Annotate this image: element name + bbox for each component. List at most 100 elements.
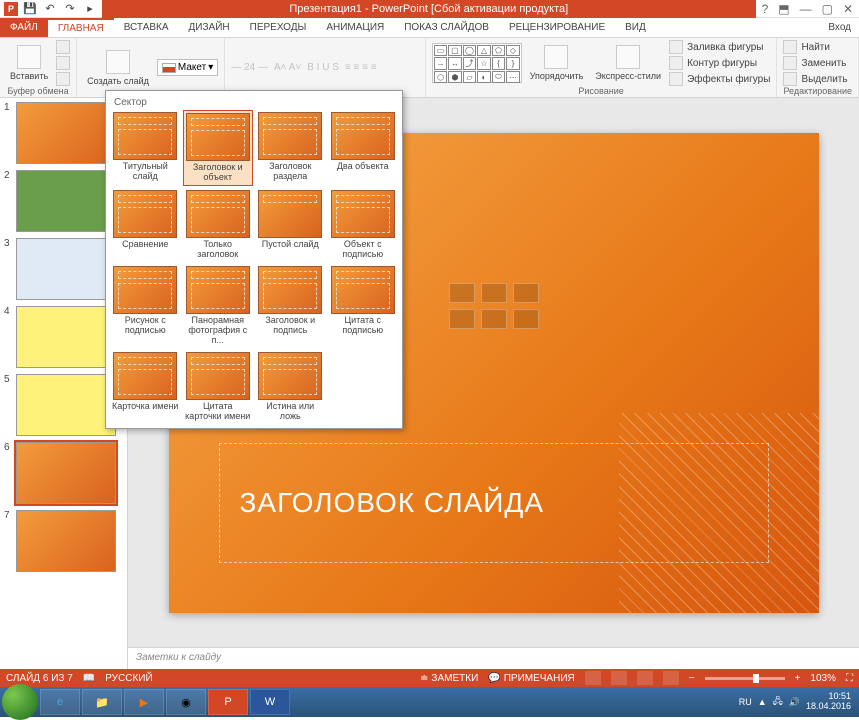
taskbar-powerpoint[interactable]: P bbox=[208, 689, 248, 715]
cut-button[interactable] bbox=[56, 40, 70, 54]
tab-file[interactable]: ФАЙЛ bbox=[0, 18, 48, 37]
layout-popup: Сектор Титульный слайд Заголовок и объект… bbox=[105, 90, 403, 429]
fit-to-window-button[interactable]: ⛶ bbox=[846, 673, 853, 684]
thumb-7[interactable]: 7 bbox=[4, 510, 123, 572]
layout-option[interactable]: Титульный слайд bbox=[110, 110, 181, 186]
select-button[interactable]: Выделить bbox=[783, 72, 847, 86]
online-picture-icon[interactable] bbox=[481, 309, 507, 329]
language-indicator[interactable]: РУССКИЙ bbox=[105, 673, 152, 684]
notes-pane[interactable]: Заметки к слайду bbox=[128, 647, 859, 669]
save-icon[interactable]: 💾 bbox=[22, 1, 38, 17]
zoom-in-button[interactable]: + bbox=[795, 673, 801, 684]
layout-option[interactable]: Заголовок и подпись bbox=[255, 264, 326, 348]
taskbar-explorer[interactable]: 📁 bbox=[82, 689, 122, 715]
tray-volume-icon[interactable]: 🔊 bbox=[789, 697, 800, 708]
layout-option[interactable]: Два объекта bbox=[328, 110, 399, 186]
start-show-icon[interactable]: ▸ bbox=[82, 1, 98, 17]
taskbar-media[interactable]: ▶ bbox=[124, 689, 164, 715]
layout-caption: Цитата карточки имени bbox=[185, 402, 252, 422]
spellcheck-icon[interactable]: 📖 bbox=[83, 673, 95, 684]
video-icon[interactable] bbox=[513, 309, 539, 329]
layout-dropdown[interactable]: Макет▾ bbox=[157, 59, 218, 76]
maximize-icon[interactable]: ▢ bbox=[822, 2, 833, 16]
popup-header: Сектор bbox=[110, 95, 398, 110]
new-slide-button[interactable]: Создать слайд bbox=[83, 48, 153, 88]
zoom-level[interactable]: 103% bbox=[810, 673, 836, 684]
quick-styles-button[interactable]: Экспресс-стили bbox=[591, 43, 665, 83]
layout-option[interactable]: Только заголовок bbox=[183, 188, 254, 262]
signin-link[interactable]: Вход bbox=[820, 18, 859, 37]
styles-icon bbox=[616, 45, 640, 69]
shape-fill-button[interactable]: Заливка фигуры bbox=[669, 40, 770, 54]
chevron-down-icon: ▾ bbox=[208, 62, 213, 73]
taskbar-ie[interactable]: e bbox=[40, 689, 80, 715]
status-bar: СЛАЙД 6 ИЗ 7 📖 РУССКИЙ ≐ ЗАМЕТКИ 💬 ПРИМЕ… bbox=[0, 669, 859, 687]
normal-view-button[interactable] bbox=[585, 671, 601, 685]
layout-option[interactable]: Панорамная фотография с п... bbox=[183, 264, 254, 348]
tray-clock[interactable]: 10:51 18.04.2016 bbox=[806, 692, 851, 712]
ribbon-options-icon[interactable]: ⬒ bbox=[778, 2, 789, 16]
copy-icon bbox=[56, 56, 70, 70]
layout-option[interactable]: Сравнение bbox=[110, 188, 181, 262]
slideshow-view-button[interactable] bbox=[663, 671, 679, 685]
picture-icon[interactable] bbox=[449, 309, 475, 329]
notes-button[interactable]: ≐ ЗАМЕТКИ bbox=[420, 673, 478, 684]
taskbar-word[interactable]: W bbox=[250, 689, 290, 715]
redo-icon[interactable]: ↷ bbox=[62, 1, 78, 17]
replace-icon bbox=[783, 56, 797, 70]
layout-option[interactable]: Рисунок с подписью bbox=[110, 264, 181, 348]
minimize-icon[interactable]: — bbox=[800, 2, 812, 16]
content-placeholder-icons[interactable] bbox=[449, 283, 539, 329]
window-title: Презентация1 - PowerPoint [Сбой активаци… bbox=[102, 0, 756, 18]
layout-caption: Титульный слайд bbox=[112, 162, 179, 182]
paste-button[interactable]: Вставить bbox=[6, 43, 52, 83]
layout-option[interactable]: Карточка имени bbox=[110, 350, 181, 424]
layout-option[interactable]: Цитата карточки имени bbox=[183, 350, 254, 424]
tray-lang[interactable]: RU bbox=[739, 697, 752, 707]
format-painter-button[interactable] bbox=[56, 72, 70, 86]
tab-transitions[interactable]: ПЕРЕХОДЫ bbox=[240, 18, 317, 37]
sorter-view-button[interactable] bbox=[611, 671, 627, 685]
tab-home[interactable]: ГЛАВНАЯ bbox=[48, 18, 114, 37]
zoom-out-button[interactable]: − bbox=[689, 673, 695, 684]
zoom-slider[interactable] bbox=[705, 677, 785, 680]
tab-slideshow[interactable]: ПОКАЗ СЛАЙДОВ bbox=[394, 18, 499, 37]
group-drawing: ▭▢◯△⬠◇ →↔⤴☆{} ⬡⬢▱◐⬭⋯ Упорядочить Экспрес… bbox=[426, 38, 778, 97]
chart-icon[interactable] bbox=[481, 283, 507, 303]
replace-button[interactable]: Заменить bbox=[783, 56, 847, 70]
tab-animation[interactable]: АНИМАЦИЯ bbox=[316, 18, 394, 37]
system-tray: RU ▲ 🖧 🔊 10:51 18.04.2016 bbox=[733, 692, 857, 712]
layout-option[interactable]: Заголовок и объект bbox=[183, 110, 254, 186]
tray-network-icon[interactable]: 🖧 bbox=[773, 694, 783, 710]
tray-flag-icon[interactable]: ▲ bbox=[758, 697, 767, 707]
reading-view-button[interactable] bbox=[637, 671, 653, 685]
tab-review[interactable]: РЕЦЕНЗИРОВАНИЕ bbox=[499, 18, 615, 37]
help-icon[interactable]: ? bbox=[762, 2, 769, 16]
undo-icon[interactable]: ↶ bbox=[42, 1, 58, 17]
copy-button[interactable] bbox=[56, 56, 70, 70]
tab-view[interactable]: ВИД bbox=[615, 18, 656, 37]
smartart-icon[interactable] bbox=[513, 283, 539, 303]
layout-option[interactable]: Цитата с подписью bbox=[328, 264, 399, 348]
close-icon[interactable]: ✕ bbox=[843, 2, 853, 16]
tab-insert[interactable]: ВСТАВКА bbox=[114, 18, 179, 37]
taskbar-chrome[interactable]: ◉ bbox=[166, 689, 206, 715]
find-button[interactable]: Найти bbox=[783, 40, 847, 54]
start-button[interactable] bbox=[2, 684, 38, 720]
layout-option[interactable]: Истина или ложь bbox=[255, 350, 326, 424]
effects-icon bbox=[669, 72, 683, 86]
title-placeholder[interactable]: ЗАГОЛОВОК СЛАЙДА bbox=[219, 443, 769, 563]
arrange-button[interactable]: Упорядочить bbox=[526, 43, 588, 83]
shape-effects-button[interactable]: Эффекты фигуры bbox=[669, 72, 770, 86]
layout-option[interactable]: Объект с подписью bbox=[328, 188, 399, 262]
layout-option[interactable]: Пустой слайд bbox=[255, 188, 326, 262]
comments-button[interactable]: 💬 ПРИМЕЧАНИЯ bbox=[488, 673, 574, 684]
table-icon[interactable] bbox=[449, 283, 475, 303]
layout-option[interactable]: Заголовок раздела bbox=[255, 110, 326, 186]
shape-outline-button[interactable]: Контур фигуры bbox=[669, 56, 770, 70]
shapes-gallery[interactable]: ▭▢◯△⬠◇ →↔⤴☆{} ⬡⬢▱◐⬭⋯ bbox=[432, 43, 522, 83]
thumb-6[interactable]: 6 bbox=[4, 442, 123, 504]
layout-caption: Заголовок и объект bbox=[186, 163, 251, 183]
layout-caption: Сравнение bbox=[122, 240, 168, 260]
tab-design[interactable]: ДИЗАЙН bbox=[179, 18, 240, 37]
